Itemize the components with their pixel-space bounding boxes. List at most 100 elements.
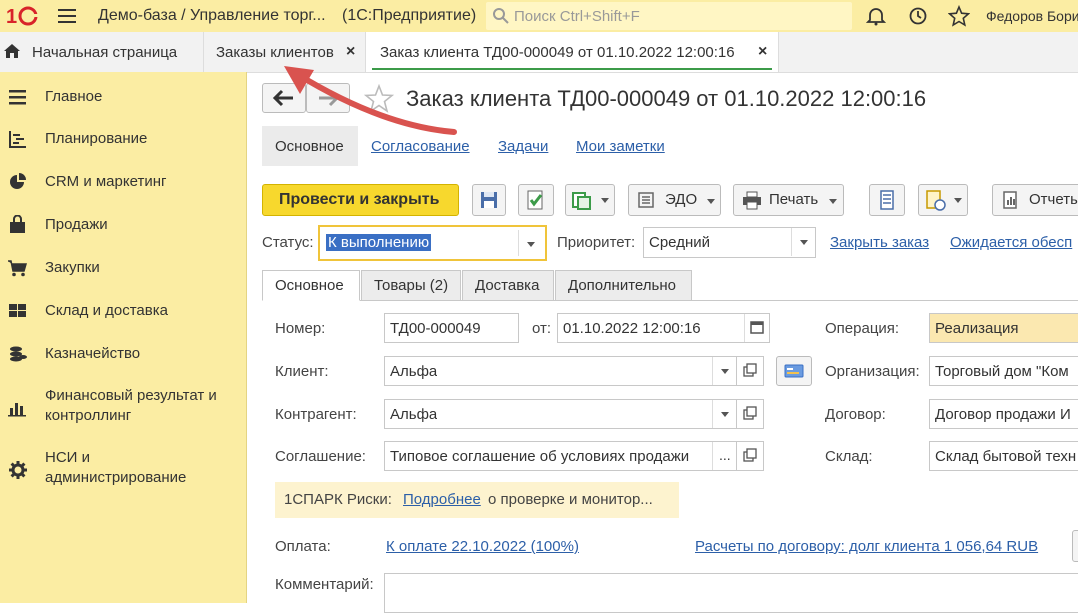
counterparty-label: Контрагент: — [275, 406, 357, 423]
subtab-main[interactable]: Основное — [262, 126, 358, 166]
agreement-select-button[interactable]: ... — [712, 442, 737, 470]
user-name[interactable]: Федоров Борис — [986, 8, 1078, 24]
number-label: Номер: — [275, 320, 326, 337]
open-icon — [743, 448, 757, 462]
open-icon — [743, 406, 757, 420]
coins-icon — [8, 344, 28, 364]
reports-button[interactable]: Отчеты — [992, 184, 1078, 216]
client-value: Альфа — [390, 363, 438, 380]
client-card-button[interactable] — [776, 356, 812, 386]
save-button[interactable] — [472, 184, 506, 216]
sidebar-item-warehouse[interactable]: Склад и доставка — [0, 301, 246, 323]
warehouse-value: Склад бытовой техн — [935, 448, 1077, 465]
sidebar-item-nsi-admin[interactable]: НСИ и администрирование — [0, 448, 246, 492]
arrow-right-icon — [319, 89, 340, 107]
subtab-tasks[interactable]: Задачи — [498, 138, 548, 155]
open-client-button[interactable] — [736, 356, 764, 386]
favorites-star-icon[interactable] — [947, 4, 971, 31]
warehouse-field[interactable]: Склад бытовой техн — [929, 441, 1078, 471]
printer-icon — [743, 191, 761, 210]
status-select[interactable]: К выполнению — [318, 225, 547, 261]
organization-field[interactable]: Торговый дом "Ком — [929, 356, 1078, 386]
sidebar-item-label: Планирование — [45, 130, 148, 147]
spark-details-link[interactable]: Подробнее — [403, 491, 481, 508]
calendar-icon[interactable] — [744, 314, 770, 342]
number-field[interactable]: ТД00-000049 — [384, 313, 519, 343]
form-tab-main[interactable]: Основное — [262, 270, 360, 301]
sidebar-item-crm[interactable]: CRM и маркетинг — [0, 172, 246, 194]
tab-home[interactable]: Начальная страница — [0, 32, 204, 72]
chevron-down-icon[interactable] — [712, 357, 737, 385]
hamburger-menu-icon[interactable] — [58, 8, 76, 24]
settlements-extra-button[interactable] — [1072, 530, 1078, 562]
close-icon[interactable]: × — [346, 43, 355, 61]
payment-link[interactable]: К оплате 22.10.2022 (100%) — [386, 538, 579, 555]
form-tab-goods[interactable]: Товары (2) — [361, 270, 461, 301]
sidebar-item-main[interactable]: Главное — [0, 87, 246, 109]
post-button[interactable] — [518, 184, 554, 216]
open-counterparty-button[interactable] — [736, 399, 764, 429]
document-clock-icon — [926, 190, 962, 211]
agreement-field[interactable]: Типовое соглашение об условиях продажи .… — [384, 441, 737, 471]
1c-logo-icon: 1 — [6, 5, 44, 28]
contract-field[interactable]: Договор продажи И — [929, 399, 1078, 429]
organization-value: Торговый дом "Ком — [935, 363, 1069, 380]
open-icon — [743, 363, 757, 377]
create-based-on-button[interactable] — [565, 184, 615, 216]
comment-field[interactable] — [384, 573, 1078, 613]
save-icon — [481, 192, 497, 208]
close-order-link[interactable]: Закрыть заказ — [830, 234, 929, 251]
edo-label: ЭДО — [665, 191, 698, 208]
print-button[interactable]: Печать — [733, 184, 844, 216]
contract-label: Договор: — [825, 406, 886, 423]
forward-button[interactable] — [306, 83, 350, 113]
chevron-down-icon[interactable] — [791, 228, 816, 256]
client-field[interactable]: Альфа — [384, 356, 737, 386]
spark-prefix: 1СПАРК Риски: — [284, 491, 392, 508]
back-button[interactable] — [262, 83, 306, 113]
close-icon[interactable]: × — [758, 43, 767, 61]
sidebar-item-financial-result[interactable]: Финансовый результат и контроллинг — [0, 386, 246, 430]
chevron-down-icon[interactable] — [712, 400, 737, 428]
tab-customer-orders-label: Заказы клиентов — [216, 44, 334, 61]
tab-customer-order-active[interactable]: Заказ клиента ТД00-000049 от 01.10.2022 … — [366, 32, 779, 72]
sidebar-item-sales[interactable]: Продажи — [0, 214, 246, 237]
date-value: 01.10.2022 12:00:16 — [563, 320, 701, 337]
sidebar-item-purchases[interactable]: Закупки — [0, 258, 246, 280]
open-agreement-button[interactable] — [736, 441, 764, 471]
tab-customer-orders[interactable]: Заказы клиентов × — [203, 32, 366, 72]
home-icon — [3, 43, 21, 63]
bar-chart-icon — [8, 398, 28, 418]
search-box[interactable]: Поиск Ctrl+Shift+F — [486, 2, 852, 30]
number-value: ТД00-000049 — [390, 320, 481, 337]
pie-chart-icon — [8, 172, 28, 192]
sidebar-item-treasury[interactable]: Казначейство — [0, 344, 246, 366]
attachments-button[interactable] — [918, 184, 968, 216]
post-and-close-button[interactable]: Провести и закрыть — [262, 184, 459, 216]
date-field[interactable]: 01.10.2022 12:00:16 — [557, 313, 770, 343]
priority-select[interactable]: Средний — [643, 227, 816, 258]
form-tab-delivery[interactable]: Доставка — [462, 270, 554, 301]
app-title: Демо-база / Управление торг... — [98, 7, 326, 24]
sidebar-item-label: CRM и маркетинг — [45, 173, 167, 190]
waiting-provision-link[interactable]: Ожидается обесп — [950, 234, 1072, 251]
counterparty-field[interactable]: Альфа — [384, 399, 737, 429]
chevron-down-icon[interactable] — [518, 230, 543, 256]
edo-button[interactable]: ЭДО — [628, 184, 721, 216]
favorite-star-icon[interactable] — [363, 83, 395, 118]
payment-label: Оплата: — [275, 538, 331, 555]
sidebar-item-label: НСИ и — [45, 449, 90, 466]
operation-field[interactable]: Реализация — [929, 313, 1078, 343]
subtab-approval[interactable]: Согласование — [371, 138, 470, 155]
client-label: Клиент: — [275, 363, 329, 380]
sidebar-item-planning[interactable]: Планирование — [0, 129, 246, 151]
form-tab-additional[interactable]: Дополнительно — [555, 270, 692, 301]
edo-icon — [638, 192, 654, 208]
subtab-my-notes[interactable]: Мои заметки — [576, 138, 665, 155]
bell-icon[interactable] — [865, 6, 887, 30]
history-icon[interactable] — [908, 6, 928, 30]
settlements-link[interactable]: Расчеты по договору: долг клиента 1 056,… — [695, 538, 1038, 555]
journal-button[interactable] — [869, 184, 905, 216]
document-title: Заказ клиента ТД00-000049 от 01.10.2022 … — [406, 86, 927, 111]
form-tab-goods-label: Товары (2) — [374, 277, 449, 294]
